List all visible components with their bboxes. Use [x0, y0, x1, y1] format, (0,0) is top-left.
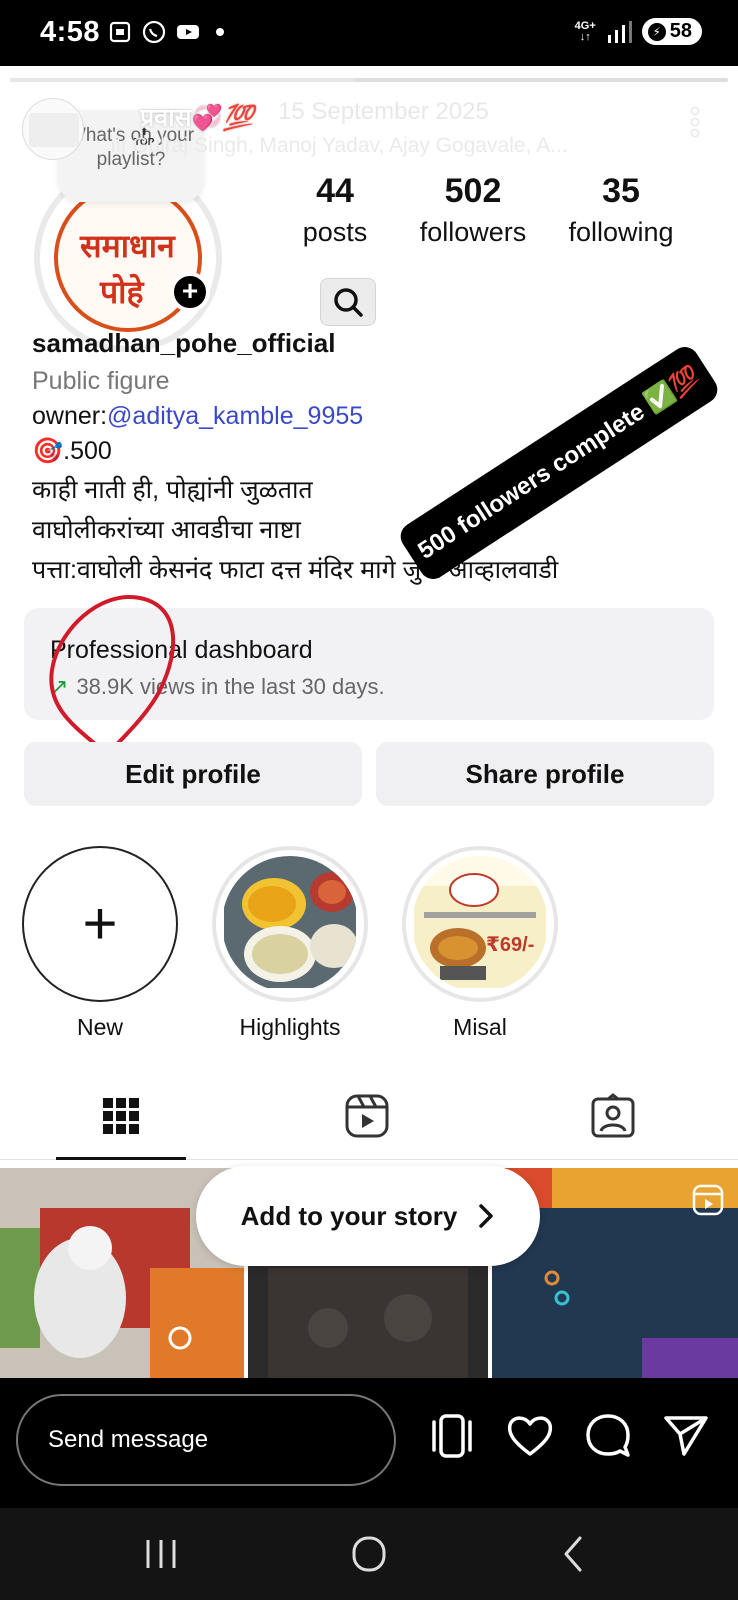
- search-icon: [334, 288, 363, 317]
- highlights-row: + New Highlights Misal: [20, 846, 720, 1040]
- story-author-avatar[interactable]: [22, 98, 84, 160]
- notification-dot: [216, 28, 224, 36]
- chevron-right-icon: [479, 1204, 494, 1228]
- story-music-label[interactable]: ılı Gulraj Singh, Manoj Yadav, Ajay Goga…: [110, 134, 650, 158]
- story-progress-fill: [10, 78, 355, 82]
- highlight-new-circle: +: [22, 846, 178, 1002]
- tab-tagged[interactable]: [548, 1072, 678, 1160]
- youtube-icon: [177, 25, 199, 39]
- send-icon[interactable]: [660, 1410, 712, 1462]
- tab-grid[interactable]: [56, 1072, 186, 1160]
- edit-profile-button[interactable]: Edit profile: [24, 742, 362, 806]
- tab-reels[interactable]: [302, 1072, 432, 1160]
- screenshot-icon: [109, 21, 131, 43]
- misal-poster: [412, 856, 548, 992]
- multi-device-icon[interactable]: [426, 1410, 478, 1462]
- reel-badge-icon: [692, 1184, 724, 1216]
- food-photo: [222, 856, 358, 992]
- highlight-label: Misal: [453, 1014, 507, 1040]
- share-profile-button[interactable]: Share profile: [376, 742, 714, 806]
- logo-text-line2: पोहे: [100, 273, 144, 311]
- profile-stats: 44 posts 502 followers 35 following: [280, 172, 720, 252]
- signal-icon: [607, 20, 632, 43]
- milestone-sticker-wrap: 500 followers complete ✅💯: [390, 332, 736, 592]
- status-right: 4G+ ↓↑ ⚡ 58: [575, 18, 702, 45]
- heart-icon[interactable]: [504, 1410, 556, 1462]
- stat-followers[interactable]: 502 followers: [410, 172, 536, 248]
- whatsapp-icon: [142, 20, 166, 44]
- home-icon[interactable]: [346, 1534, 392, 1574]
- back-icon[interactable]: [552, 1534, 598, 1574]
- active-tab-indicator: [56, 1157, 186, 1160]
- stat-posts[interactable]: 44 posts: [280, 172, 390, 248]
- avatar-thumbnail: [29, 113, 79, 147]
- logo-text-line1: समाधान: [80, 227, 175, 265]
- highlight-new[interactable]: + New: [22, 846, 178, 1041]
- plus-icon: +: [82, 890, 118, 957]
- owner-mention-link[interactable]: @aditya_kamble_9955: [107, 402, 363, 430]
- highlight-label: New: [76, 1014, 123, 1040]
- highlight-misal[interactable]: Misal: [402, 846, 558, 1041]
- tagged-icon: [591, 1093, 635, 1138]
- story-username[interactable]: प्रवास💞💯: [140, 100, 254, 134]
- profile-actions: Edit profile Share profile: [24, 742, 714, 806]
- network-indicator: 4G+ ↓↑: [574, 19, 596, 43]
- profile-logo: समाधान पोहे: [54, 184, 202, 332]
- recent-apps-icon[interactable]: [138, 1534, 184, 1574]
- misal-price: ₹69/-: [486, 934, 535, 956]
- reels-icon: [345, 1094, 389, 1138]
- add-story-badge[interactable]: +: [170, 272, 210, 312]
- highlight-cover: [402, 846, 558, 1002]
- story-progress-bar: [10, 78, 728, 82]
- send-message-input[interactable]: Send message: [16, 1394, 396, 1486]
- status-notification-icons: [108, 20, 224, 44]
- status-bar: 4:58 4G+ ↓↑ ⚡ 58: [0, 0, 738, 66]
- status-time: 4:58: [40, 16, 101, 48]
- highlight-cover: [212, 846, 368, 1002]
- more-options-icon[interactable]: [692, 108, 700, 142]
- milestone-sticker: 500 followers complete ✅💯: [395, 341, 723, 585]
- charging-icon: ⚡: [647, 22, 666, 41]
- grid-icon: [103, 1098, 139, 1134]
- search-button[interactable]: [320, 278, 376, 326]
- story-viewer[interactable]: समाधान पोहे + What's on your playlist? ⬆…: [0, 66, 738, 1378]
- story-header: ⬆ TOP प्रवास💞💯 15 September 2025 ılı Gulr…: [22, 98, 722, 166]
- story-reply-bar: Send message: [0, 1378, 738, 1508]
- story-date: 15 September 2025: [278, 98, 489, 125]
- profile-tabs: [0, 1072, 738, 1160]
- highlight-label: Highlights: [239, 1014, 341, 1040]
- highlight-highlights[interactable]: Highlights: [212, 846, 368, 1041]
- stat-following[interactable]: 35 following: [556, 172, 686, 248]
- comment-icon[interactable]: [582, 1410, 634, 1462]
- system-nav-bar: [0, 1508, 738, 1600]
- battery-indicator: ⚡ 58: [641, 18, 702, 45]
- add-to-story-button[interactable]: Add to your story: [196, 1166, 540, 1266]
